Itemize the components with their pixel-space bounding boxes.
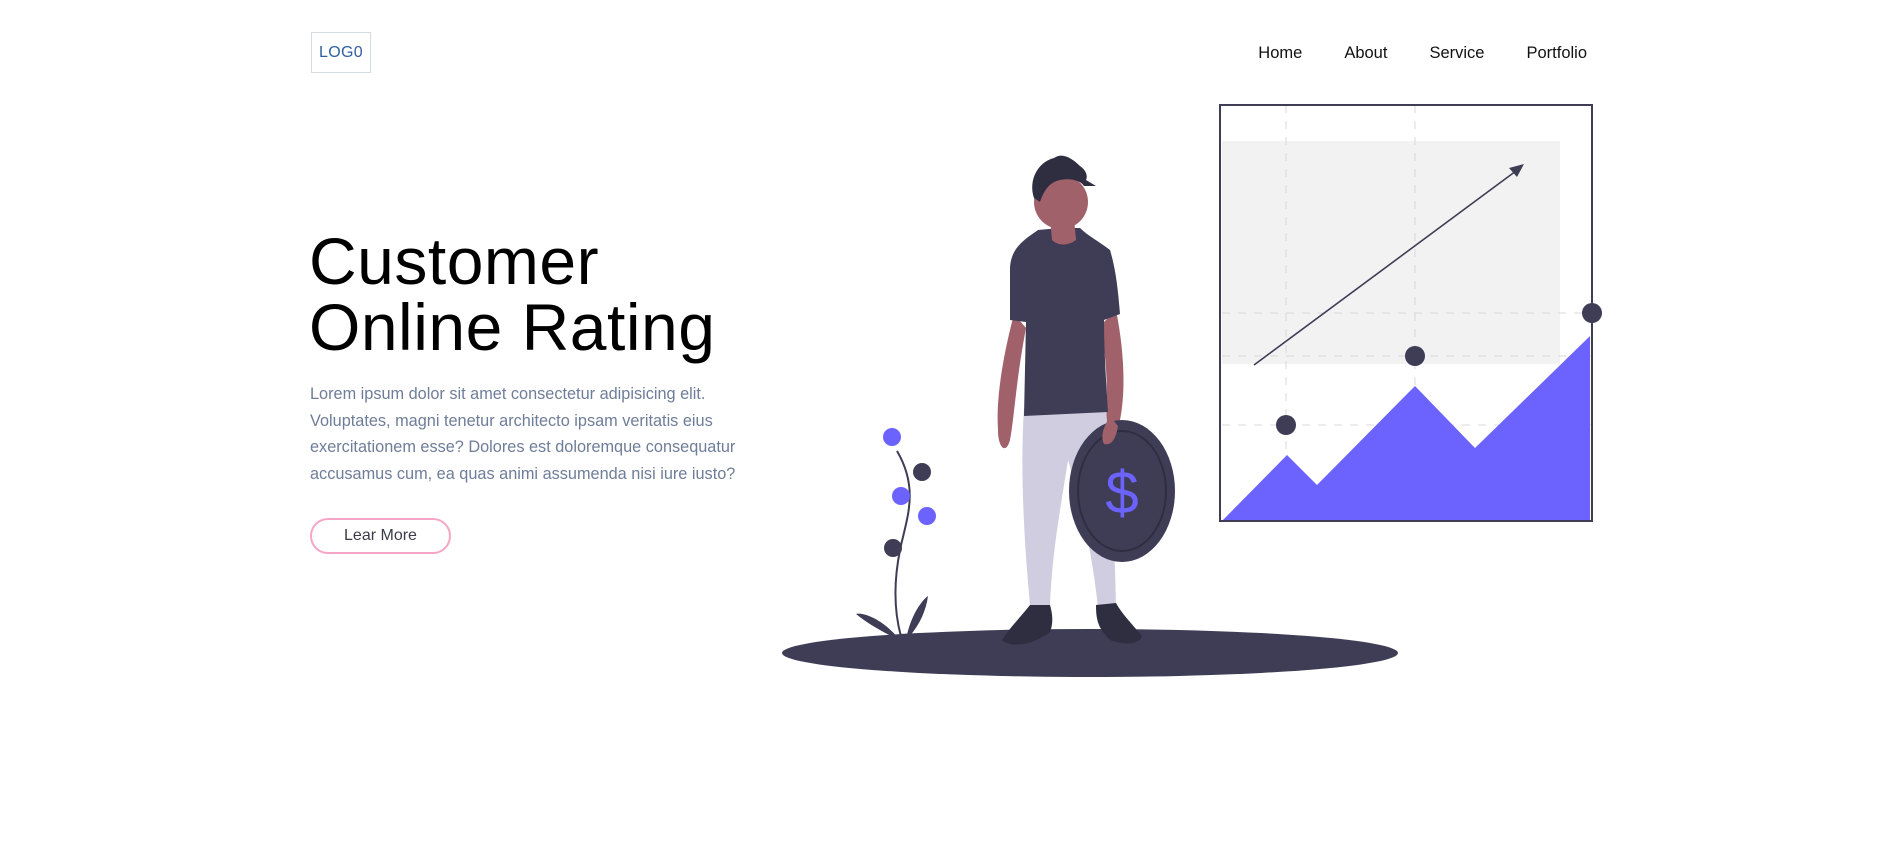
person-figure: $	[997, 155, 1175, 645]
flower-dot	[883, 428, 901, 446]
chart-data-dot	[1276, 415, 1296, 435]
chart-data-dot	[1405, 346, 1425, 366]
landing-page: LOG0 Home About Service Portfolio Custom…	[0, 0, 1896, 859]
ground-shadow	[782, 629, 1398, 677]
learn-more-button[interactable]: Lear More	[310, 518, 451, 554]
logo[interactable]: LOG0	[311, 32, 371, 73]
coin-symbol: $	[1105, 459, 1138, 526]
hero-description: Lorem ipsum dolor sit amet consectetur a…	[310, 385, 736, 483]
hero-illustration: $	[782, 104, 1602, 677]
chart-background-panel	[1222, 141, 1560, 364]
flower-plant	[856, 428, 936, 641]
main-nav: Home About Service Portfolio	[1258, 42, 1587, 64]
coin-dollar-icon: $	[1069, 420, 1175, 562]
chart-data-dot	[1582, 303, 1602, 323]
nav-about-link[interactable]: About	[1302, 42, 1387, 64]
flower-dot	[913, 463, 931, 481]
nav-service-link[interactable]: Service	[1387, 42, 1484, 64]
flower-dot	[918, 507, 936, 525]
hero-title-line-1: Customer	[309, 224, 600, 298]
hero-title: Customer Online Rating	[309, 228, 715, 360]
nav-portfolio-link[interactable]: Portfolio	[1484, 42, 1587, 64]
flower-dot	[884, 539, 902, 557]
hero-title-line-2: Online Rating	[309, 290, 716, 364]
nav-home-link[interactable]: Home	[1258, 42, 1302, 64]
growth-chart	[1219, 104, 1602, 522]
flower-dot	[892, 487, 910, 505]
